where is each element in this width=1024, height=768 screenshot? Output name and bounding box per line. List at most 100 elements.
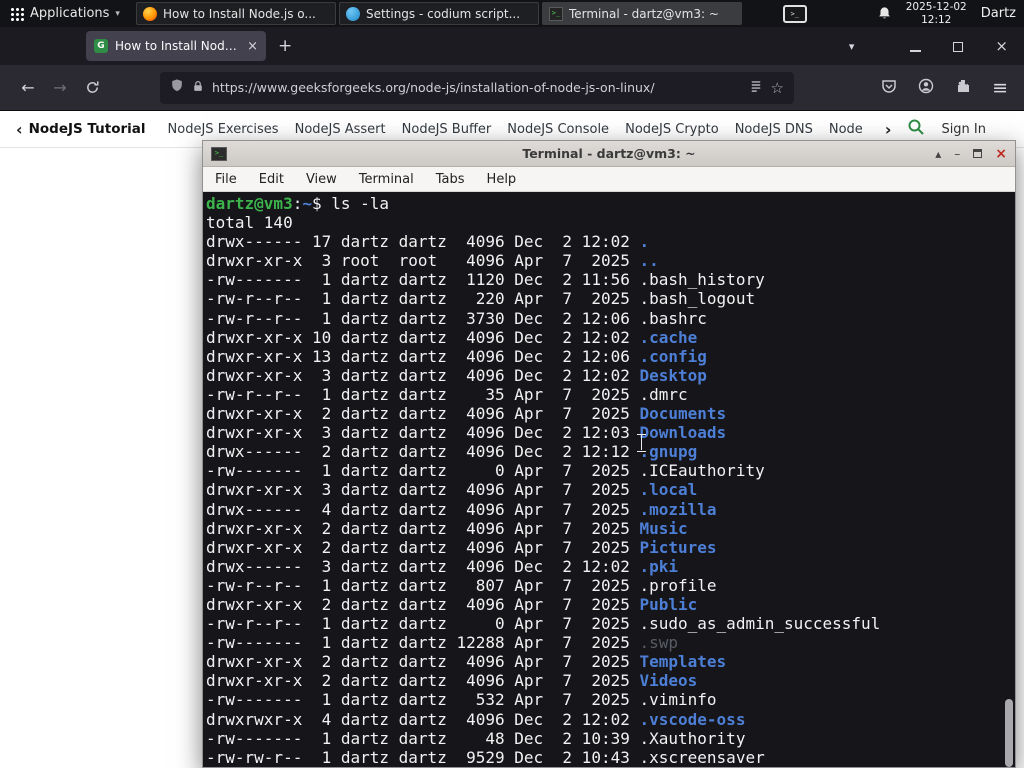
- file-name: .: [639, 232, 650, 252]
- site-nav-link[interactable]: NodeJS DNS: [735, 122, 813, 137]
- taskbar-item-label: How to Install Node.js o...: [162, 6, 316, 21]
- reload-button[interactable]: [76, 80, 108, 95]
- site-nav-link[interactable]: NodeJS Buffer: [402, 122, 492, 137]
- window-close-button[interactable]: ×: [995, 37, 1008, 55]
- bookmark-star-icon[interactable]: ☆: [771, 79, 784, 97]
- account-icon[interactable]: [918, 78, 934, 98]
- url-text[interactable]: https://www.geeksforgeeks.org/node-js/in…: [212, 80, 741, 95]
- taskbar-item[interactable]: Settings - codium script...: [338, 2, 539, 25]
- terminal-scrollbar-thumb[interactable]: [1005, 699, 1013, 767]
- site-nav-link[interactable]: Node: [829, 122, 863, 137]
- terminal-body[interactable]: dartz@vm3:~$ ls -la total 140 drwx------…: [203, 192, 1015, 767]
- terminal-line: drwxr-xr-x 3 dartz dartz 4096 Dec 2 12:0…: [206, 366, 1015, 385]
- terminal-menubar: File Edit View Terminal Tabs Help: [203, 167, 1015, 192]
- terminal-title: Terminal - dartz@vm3: ~: [522, 146, 696, 161]
- shield-icon[interactable]: [170, 78, 184, 97]
- site-nav-link[interactable]: NodeJS Crypto: [625, 122, 719, 137]
- menu-terminal[interactable]: Terminal: [359, 172, 414, 187]
- url-bar[interactable]: https://www.geeksforgeeks.org/node-js/in…: [160, 71, 794, 104]
- file-meta: drwx------ 3 dartz dartz 4096 Dec 2 12:0…: [206, 556, 640, 576]
- terminal-line: -rw------- 1 dartz dartz 532 Apr 7 2025 …: [206, 690, 1015, 709]
- pocket-icon[interactable]: [881, 78, 897, 98]
- menu-help[interactable]: Help: [487, 172, 517, 187]
- terminal-line: -rw------- 1 dartz dartz 48 Dec 2 10:39 …: [206, 729, 1015, 748]
- menu-tabs[interactable]: Tabs: [436, 172, 465, 187]
- site-nav-link[interactable]: NodeJS Exercises: [168, 122, 279, 137]
- terminal-close-button[interactable]: ×: [995, 146, 1007, 162]
- file-meta: drwxrwxr-x 4 dartz dartz 4096 Dec 2 12:0…: [206, 709, 640, 729]
- file-name: Pictures: [639, 537, 717, 557]
- terminal-line: -rw-r--r-- 1 dartz dartz 220 Apr 7 2025 …: [206, 289, 1015, 308]
- site-nav-link[interactable]: NodeJS Console: [507, 122, 609, 137]
- site-nav-right: › Sign In: [885, 118, 1008, 140]
- menu-icon[interactable]: ≡: [992, 77, 1008, 99]
- terminal-line: drwxrwxr-x 4 dartz dartz 4096 Dec 2 12:0…: [206, 710, 1015, 729]
- terminal-line: drwxr-xr-x 2 dartz dartz 4096 Apr 7 2025…: [206, 671, 1015, 690]
- panel-user[interactable]: Dartz: [981, 6, 1016, 21]
- lock-icon[interactable]: [192, 78, 204, 97]
- terminal-line: drwxr-xr-x 2 dartz dartz 4096 Apr 7 2025…: [206, 652, 1015, 671]
- file-meta: -rw------- 1 dartz dartz 532 Apr 7 2025: [206, 690, 640, 710]
- browser-tab[interactable]: G How to Install Node.js on ×: [86, 31, 266, 61]
- taskbar-item[interactable]: How to Install Node.js o...: [135, 2, 336, 25]
- file-meta: -rw-r--r-- 1 dartz dartz 807 Apr 7 2025: [206, 575, 640, 595]
- file-name: Templates: [639, 652, 727, 672]
- menu-file[interactable]: File: [215, 172, 237, 187]
- file-meta: -rw-r--r-- 1 dartz dartz 0 Apr 7 2025: [206, 614, 640, 634]
- site-nav-link[interactable]: NodeJS Assert: [295, 122, 386, 137]
- terminal-line: drwx------ 17 dartz dartz 4096 Dec 2 12:…: [206, 232, 1015, 251]
- terminal-line: drwxr-xr-x 3 dartz dartz 4096 Dec 2 12:0…: [206, 423, 1015, 442]
- terminal-icon: >_: [548, 6, 563, 21]
- applications-menu[interactable]: Applications ▾: [0, 0, 130, 27]
- file-meta: drwxr-xr-x 2 dartz dartz 4096 Apr 7 2025: [206, 594, 640, 614]
- applications-label: Applications: [30, 6, 110, 21]
- window-minimize-button[interactable]: [910, 37, 922, 56]
- sign-in-button[interactable]: Sign In: [941, 122, 986, 137]
- tray-terminal-icon[interactable]: >_: [782, 4, 807, 23]
- terminal-line: drwx------ 3 dartz dartz 4096 Dec 2 12:0…: [206, 557, 1015, 576]
- forward-button[interactable]: →: [44, 78, 76, 97]
- mouse-cursor: [637, 434, 646, 452]
- menu-view[interactable]: View: [306, 172, 337, 187]
- terminal-line: drwxr-xr-x 13 dartz dartz 4096 Dec 2 12:…: [206, 347, 1015, 366]
- window-restore-button[interactable]: [953, 37, 964, 56]
- site-nav-tutorial-link[interactable]: NodeJS Tutorial: [29, 121, 146, 137]
- file-name: .ICEauthority: [639, 461, 765, 481]
- extensions-icon[interactable]: [955, 78, 971, 98]
- notification-bell-icon[interactable]: [877, 6, 892, 21]
- terminal-titlebar[interactable]: >_ Terminal - dartz@vm3: ~ ▴ – ×: [203, 141, 1015, 167]
- file-meta: drwxr-xr-x 2 dartz dartz 4096 Apr 7 2025: [206, 671, 640, 691]
- file-name: .viminfo: [639, 690, 717, 710]
- search-icon[interactable]: [907, 118, 925, 140]
- tab-close-icon[interactable]: ×: [247, 39, 258, 54]
- file-name: .cache: [639, 327, 698, 347]
- panel-clock[interactable]: 2025-12-02 12:12: [906, 1, 967, 26]
- nav-next-chevron-icon[interactable]: ›: [885, 120, 892, 139]
- file-name: .swp: [639, 633, 679, 653]
- menu-edit[interactable]: Edit: [259, 172, 284, 187]
- tab-list-chevron-icon[interactable]: ▾: [849, 40, 855, 53]
- reader-mode-icon[interactable]: [749, 78, 763, 97]
- applications-grid-icon: [10, 6, 24, 21]
- file-meta: drwxr-xr-x 3 dartz dartz 4096 Apr 7 2025: [206, 480, 640, 500]
- terminal-line: -rw------- 1 dartz dartz 12288 Apr 7 202…: [206, 633, 1015, 652]
- new-tab-button[interactable]: +: [278, 36, 292, 56]
- file-name: .gnupg: [639, 442, 698, 462]
- taskbar-item[interactable]: >_ Terminal - dartz@vm3: ~: [541, 2, 742, 25]
- file-name: Documents: [639, 404, 727, 424]
- nav-prev-chevron-icon[interactable]: ‹: [16, 120, 23, 139]
- file-name: .pki: [639, 556, 679, 576]
- terminal-shade-button[interactable]: ▴: [935, 147, 941, 161]
- terminal-line: drwx------ 4 dartz dartz 4096 Apr 7 2025…: [206, 500, 1015, 519]
- file-name: .xscreensaver: [639, 747, 765, 767]
- terminal-window-controls: ▴ – ×: [935, 146, 1007, 162]
- tab-bar: G How to Install Node.js on × + ▾ ×: [0, 27, 1024, 65]
- terminal-minimize-button[interactable]: –: [954, 147, 960, 161]
- terminal-maximize-button[interactable]: [973, 147, 983, 161]
- file-meta: drwxr-xr-x 10 dartz dartz 4096 Dec 2 12:…: [206, 327, 640, 347]
- site-nav-links: NodeJS Exercises NodeJS Assert NodeJS Buff…: [160, 122, 871, 137]
- terminal-line: -rw-r--r-- 1 dartz dartz 35 Apr 7 2025 .…: [206, 385, 1015, 404]
- back-button[interactable]: ←: [12, 78, 44, 97]
- site-favicon: G: [94, 39, 108, 53]
- file-name: .mozilla: [639, 499, 717, 519]
